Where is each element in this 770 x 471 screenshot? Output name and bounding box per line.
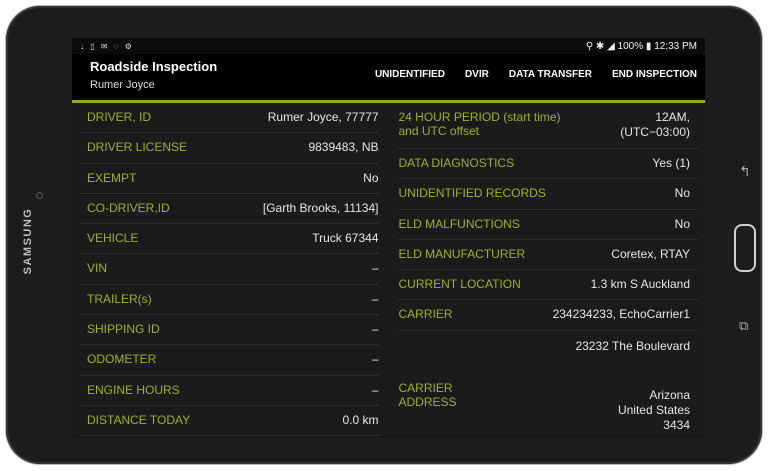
row-value: Yes (1) — [652, 156, 690, 170]
row-label: ODOMETER — [87, 352, 157, 367]
row-label: DISTANCE TODAY — [87, 412, 191, 427]
period-label-line2: and UTC offset — [398, 124, 479, 138]
row-value: No — [674, 216, 690, 231]
table-row: ODOMETER – — [80, 345, 379, 376]
carrier-address-line1: Arizona — [649, 387, 690, 402]
table-row: DRIVER, ID Rumer Joyce, 77777 — [80, 103, 379, 134]
carrier-street: 23232 The Boulevard — [575, 338, 690, 353]
table-row: DRIVER LICENSE 9839483, NB — [80, 133, 379, 164]
table-row: DISTANCE TODAY 0.0 km — [80, 406, 379, 437]
row-label: CARRIER — [398, 307, 453, 322]
status-icons-left: ↓ ▯ ✉ ◌ ⚙ — [80, 41, 134, 51]
page-title: Roadside Inspection — [90, 59, 218, 74]
row-label: 24 HOUR PERIOD (start time) and UTC offse… — [399, 110, 561, 138]
row-label: VIN — [87, 261, 108, 276]
row-label: ELD MALFUNCTIONS — [398, 216, 520, 231]
row-value: – — [371, 291, 379, 306]
row-label: CARRIER ADDRESS — [399, 381, 457, 409]
table-row: DATA DIAGNOSTICS Yes (1) — [398, 149, 697, 180]
status-right: ⚲ ✱ ◢ 100% ▮ 12:33 PM — [585, 40, 697, 52]
row-value: 12AM, (UTC−03:00) — [620, 110, 690, 140]
table-row: SHIPPING ID – — [80, 315, 379, 346]
period-value-line2: (UTC−03:00) — [620, 125, 690, 139]
row-value: 234234233, EchoCarrier1 — [552, 307, 690, 322]
unidentified-button[interactable]: UNIDENTIFIED — [375, 69, 445, 80]
row-label: CO-DRIVER,ID — [87, 200, 170, 215]
table-row: UNIDENTIFIED RECORDS No — [398, 179, 697, 210]
row-value: Truck 67344 — [312, 231, 379, 246]
table-row: VEHICLE Truck 67344 — [80, 224, 379, 255]
row-value: 9839483, NB — [308, 140, 379, 155]
table-row: TRAILER(s) – — [80, 285, 379, 316]
dvir-button[interactable]: DVIR — [465, 69, 489, 80]
row-value: – — [371, 322, 379, 337]
row-value: Arizona United States 3434 — [618, 381, 690, 433]
home-button[interactable] — [734, 224, 756, 272]
period-label-line1: 24 HOUR PERIOD (start time) — [398, 110, 561, 124]
row-label: SHIPPING ID — [87, 322, 160, 337]
row-value: – — [371, 261, 379, 276]
end-inspection-button[interactable]: END INSPECTION — [612, 69, 697, 80]
row-value: 0.0 km — [342, 412, 379, 427]
row-label: VEHICLE — [87, 231, 139, 246]
row-value: – — [371, 352, 379, 367]
carrier-address-line3: 3434 — [663, 417, 690, 432]
table-row: CARRIER 234234233, EchoCarrier1 — [398, 300, 697, 331]
table-row: ELD MALFUNCTIONS No — [398, 210, 697, 240]
table-row: VIN – — [80, 254, 379, 285]
period-value-line1: 12AM, — [655, 110, 690, 124]
inspection-details: DRIVER, ID Rumer Joyce, 77777 DRIVER LICE… — [72, 103, 705, 437]
table-row: EXEMPT No — [80, 164, 379, 194]
right-column: 24 HOUR PERIOD (start time) and UTC offse… — [389, 103, 698, 437]
screen: ↓ ▯ ✉ ◌ ⚙ ⚲ ✱ ◢ 100% ▮ 12:33 PM Roadside… — [72, 38, 705, 437]
row-value: – — [371, 382, 379, 397]
row-value: No — [674, 186, 690, 201]
data-transfer-button[interactable]: DATA TRANSFER — [509, 69, 592, 80]
table-row: CURRENT LOCATION 1.3 km S Auckland — [398, 270, 697, 301]
table-row: 24 HOUR PERIOD (start time) and UTC offse… — [398, 103, 697, 149]
row-label: ELD MANUFACTURER — [398, 246, 526, 261]
recent-apps-icon[interactable]: ⧉ — [739, 318, 748, 334]
left-column: DRIVER, ID Rumer Joyce, 77777 DRIVER LICE… — [80, 103, 389, 437]
table-row: ENGINE HOURS – — [80, 376, 379, 406]
row-label: ENGINE HOURS — [87, 382, 180, 397]
row-label: DRIVER LICENSE — [87, 140, 188, 155]
carrier-address-label-line1: CARRIER — [398, 380, 453, 395]
table-row: ELD MANUFACTURER Coretex, RTAY — [398, 240, 697, 271]
camera-icon — [36, 192, 43, 199]
carrier-address-line2: United States — [617, 402, 690, 417]
back-key-icon[interactable]: ↰ — [739, 163, 751, 180]
carrier-address-label-line2: ADDRESS — [398, 394, 457, 409]
row-value: [Garth Brooks, 11134] — [262, 200, 379, 215]
row-value: Coretex, RTAY — [611, 246, 690, 261]
table-row: CO-DRIVER,ID [Garth Brooks, 11134] — [80, 194, 379, 225]
header-actions: UNIDENTIFIED DVIR DATA TRANSFER END INSP… — [375, 54, 697, 80]
row-label: UNIDENTIFIED RECORDS — [398, 186, 546, 201]
table-row: CARRIER ADDRESS Arizona United States 3434 — [399, 371, 698, 437]
page-subtitle: Rumer Joyce — [90, 79, 155, 91]
row-label: EXEMPT — [87, 170, 137, 185]
table-row: 23232 The Boulevard — [399, 331, 698, 371]
row-label: DATA DIAGNOSTICS — [398, 156, 515, 170]
row-value: Rumer Joyce, 77777 — [267, 110, 379, 124]
row-label: DRIVER, ID — [87, 110, 152, 124]
brand-label: SAMSUNG — [22, 207, 34, 275]
row-label: TRAILER(s) — [87, 291, 152, 306]
row-value: No — [363, 170, 379, 185]
app-header: Roadside Inspection Rumer Joyce UNIDENTI… — [72, 54, 705, 103]
row-value: 1.3 km S Auckland — [590, 277, 690, 292]
row-label: CURRENT LOCATION — [398, 277, 521, 292]
status-bar: ↓ ▯ ✉ ◌ ⚙ ⚲ ✱ ◢ 100% ▮ 12:33 PM — [72, 38, 705, 54]
